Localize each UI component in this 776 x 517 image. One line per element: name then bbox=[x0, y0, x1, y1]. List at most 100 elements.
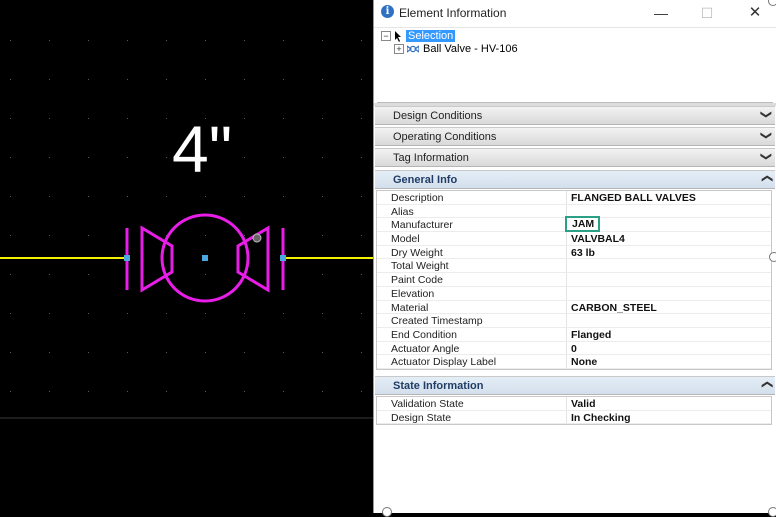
property-row[interactable]: Elevation bbox=[377, 286, 771, 301]
property-row[interactable]: Dry Weight 63 lb bbox=[377, 245, 771, 260]
section-state-information[interactable]: State Information ❯ bbox=[375, 376, 775, 395]
grid-dot bbox=[49, 274, 50, 275]
property-row[interactable]: Created Timestamp bbox=[377, 314, 771, 328]
section-general-info[interactable]: General Info ❯ bbox=[375, 170, 775, 189]
section-design-conditions[interactable]: Design Conditions ❯ bbox=[375, 106, 775, 125]
tree-node-selection[interactable]: − Selection bbox=[381, 29, 456, 43]
property-row[interactable]: Actuator Display Label None bbox=[377, 355, 771, 369]
grid-dot bbox=[322, 40, 323, 41]
property-value[interactable]: JAM bbox=[565, 216, 601, 233]
grid-dot bbox=[166, 313, 167, 314]
grid-dot bbox=[205, 352, 206, 353]
grid-dot bbox=[127, 313, 128, 314]
column-divider bbox=[566, 327, 567, 341]
property-row[interactable]: Material CARBON_STEEL bbox=[377, 300, 771, 315]
collapse-icon[interactable]: − bbox=[381, 31, 391, 42]
snap-point[interactable] bbox=[252, 233, 262, 243]
grid-dot bbox=[322, 391, 323, 392]
property-row[interactable]: Design State In Checking bbox=[377, 410, 771, 425]
valve-origin-point[interactable] bbox=[202, 255, 208, 261]
property-row[interactable]: Model VALVBAL4 bbox=[377, 232, 771, 246]
maximize-button[interactable]: ☐ bbox=[696, 3, 718, 23]
selection-label[interactable]: Selection bbox=[406, 30, 456, 42]
property-row[interactable]: Manufacturer JAM bbox=[377, 216, 771, 233]
column-divider bbox=[566, 410, 567, 424]
property-value[interactable]: 63 lb bbox=[571, 247, 595, 259]
section-label: Operating Conditions bbox=[393, 131, 497, 143]
connector-left[interactable] bbox=[124, 255, 130, 261]
grid-dot bbox=[88, 313, 89, 314]
section-tag-information[interactable]: Tag Information ❯ bbox=[375, 148, 775, 167]
grid-dot bbox=[88, 235, 89, 236]
grid-dot bbox=[205, 235, 206, 236]
property-row[interactable]: Actuator Angle 0 bbox=[377, 341, 771, 356]
grid-dot bbox=[166, 118, 167, 119]
grid-dot bbox=[166, 157, 167, 158]
chevron-down-icon: ❯ bbox=[759, 130, 772, 141]
grid-dot bbox=[49, 40, 50, 41]
minimize-button[interactable]: — bbox=[650, 3, 672, 23]
state-information-grid: Validation State Valid Design State In Chec… bbox=[376, 396, 772, 426]
drawing-svg bbox=[0, 40, 373, 419]
property-row[interactable]: Description FLANGED BALL VALVES bbox=[377, 191, 771, 205]
close-button[interactable]: ✕ bbox=[744, 3, 766, 23]
grid-dot bbox=[88, 391, 89, 392]
column-divider bbox=[566, 397, 567, 410]
grid-dot bbox=[49, 391, 50, 392]
connector-right[interactable] bbox=[280, 255, 286, 261]
grid-dot bbox=[361, 196, 362, 197]
property-value[interactable]: Flanged bbox=[571, 329, 611, 341]
resize-handle-bottom-left[interactable] bbox=[382, 507, 392, 517]
grid-dot bbox=[10, 196, 11, 197]
expand-icon[interactable]: + bbox=[394, 44, 404, 55]
grid-dot bbox=[49, 196, 50, 197]
property-row[interactable]: Paint Code bbox=[377, 273, 771, 287]
ball-valve-label[interactable]: Ball Valve - HV-106 bbox=[423, 43, 518, 55]
property-key: Elevation bbox=[391, 287, 435, 300]
grid-dot bbox=[361, 391, 362, 392]
property-value[interactable]: In Checking bbox=[571, 412, 631, 424]
dimension-label: 4" bbox=[172, 112, 233, 186]
property-key: Model bbox=[391, 233, 420, 246]
grid-dot bbox=[361, 157, 362, 158]
grid-dot bbox=[322, 196, 323, 197]
grid-dot bbox=[10, 79, 11, 80]
chevron-down-icon: ❯ bbox=[759, 151, 772, 162]
property-value[interactable]: VALVBAL4 bbox=[571, 233, 625, 245]
column-divider bbox=[566, 259, 567, 273]
property-key: Validation State bbox=[391, 398, 464, 410]
property-row[interactable]: Total Weight bbox=[377, 259, 771, 274]
property-key: Alias bbox=[391, 205, 414, 218]
grid-dot bbox=[244, 235, 245, 236]
grid-dot bbox=[49, 79, 50, 80]
resize-handle-top-right[interactable] bbox=[768, 0, 776, 6]
grid-dot bbox=[127, 391, 128, 392]
tree-node-ball-valve[interactable]: + Ball Valve - HV-106 bbox=[394, 42, 518, 56]
property-value[interactable]: 0 bbox=[571, 343, 577, 355]
property-value[interactable]: None bbox=[571, 356, 597, 368]
property-value[interactable]: CARBON_STEEL bbox=[571, 302, 657, 314]
grid-dot bbox=[361, 235, 362, 236]
section-operating-conditions[interactable]: Operating Conditions ❯ bbox=[375, 127, 775, 146]
property-row[interactable]: End Condition Flanged bbox=[377, 327, 771, 342]
chevron-up-icon: ❯ bbox=[760, 173, 773, 184]
resize-handle-right[interactable] bbox=[769, 252, 776, 262]
title-bar[interactable]: i Element Information — ☐ ✕ bbox=[374, 0, 776, 28]
property-key: Actuator Angle bbox=[391, 342, 460, 355]
drawing-canvas[interactable]: 4" bbox=[0, 0, 373, 513]
property-value[interactable]: Valid bbox=[571, 398, 596, 410]
grid-dot bbox=[244, 313, 245, 314]
grid-dot bbox=[88, 79, 89, 80]
grid-dot bbox=[49, 157, 50, 158]
grid-dot bbox=[361, 274, 362, 275]
section-label: General Info bbox=[393, 174, 458, 186]
resize-handle-bottom-right[interactable] bbox=[768, 507, 776, 517]
grid-dot bbox=[283, 79, 284, 80]
property-key: Dry Weight bbox=[391, 246, 443, 259]
grid-dot bbox=[322, 352, 323, 353]
chevron-up-icon: ❯ bbox=[760, 379, 773, 390]
grid-dot bbox=[322, 157, 323, 158]
property-value[interactable]: FLANGED BALL VALVES bbox=[571, 192, 696, 204]
column-divider bbox=[566, 232, 567, 245]
property-row[interactable]: Validation State Valid bbox=[377, 397, 771, 411]
